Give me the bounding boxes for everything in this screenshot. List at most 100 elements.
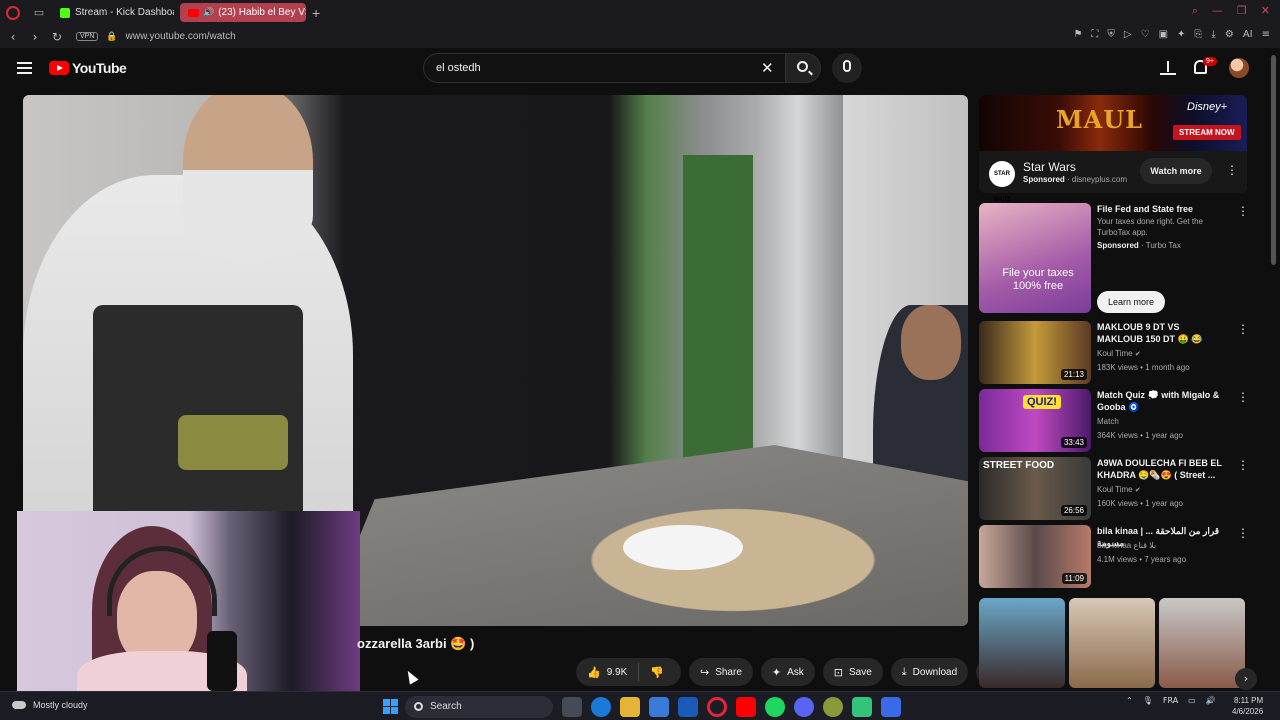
video-thumbnail[interactable]: STREET FOOD 26:56 <box>979 457 1091 520</box>
video-thumbnail[interactable]: File your taxes 100% free <box>979 203 1091 313</box>
item-more-icon[interactable]: ⋮ <box>1237 322 1249 336</box>
spotify-icon[interactable] <box>765 697 785 717</box>
app-icon[interactable] <box>881 697 901 717</box>
share-icon[interactable]: ⎘ <box>1194 29 1202 40</box>
voice-search-button[interactable] <box>832 53 862 83</box>
upload-icon[interactable] <box>1160 59 1176 77</box>
ad-more-icon[interactable]: ⋮ <box>1226 163 1238 177</box>
close-window-icon[interactable]: ✕ <box>1261 4 1270 18</box>
opera-logo-icon[interactable] <box>6 5 20 20</box>
channel-name[interactable]: bila-kinaa بلا قناع <box>1097 541 1156 550</box>
video-thumbnail[interactable]: 21:13 <box>979 321 1091 384</box>
video-title[interactable]: MAKLOUB 9 DT VS MAKLOUB 150 DT 🤑 😂 <box>1097 321 1227 345</box>
star-wars-channel-logo[interactable]: STAR WARS <box>989 161 1015 203</box>
short-thumbnail[interactable] <box>1159 598 1245 688</box>
duration-badge: 33:43 <box>1060 437 1087 448</box>
ad-banner-title: MAUL <box>1056 105 1143 134</box>
outlook-icon[interactable] <box>678 697 698 717</box>
search-input[interactable]: el ostedh <box>423 53 785 83</box>
page-scrollbar[interactable] <box>1271 55 1276 265</box>
guide-menu-icon[interactable] <box>17 62 32 74</box>
network-icon[interactable]: ▭ <box>1188 696 1196 705</box>
bookmark-icon[interactable]: ⚑ <box>1073 29 1082 40</box>
video-title[interactable]: A9WA DOULECHA FI BEB EL KHADRA 🤤🌯😍 ( Str… <box>1097 457 1227 481</box>
vpn-badge[interactable]: VPN <box>76 32 99 41</box>
ad-title[interactable]: Star Wars <box>1023 160 1076 174</box>
short-thumbnail[interactable] <box>1069 598 1155 688</box>
start-button[interactable] <box>383 699 398 714</box>
player-icon[interactable]: ▷ <box>1124 29 1132 40</box>
language-indicator[interactable]: FRA <box>1163 696 1178 705</box>
download-icon[interactable]: ⤓ <box>1211 29 1215 40</box>
video-frame-meat <box>553 495 913 625</box>
chevron-up-icon[interactable]: ⌃ <box>1126 696 1133 705</box>
ask-button[interactable]: ✦ Ask <box>760 658 815 686</box>
new-tab-button[interactable]: + <box>312 5 320 21</box>
wallet-icon[interactable]: ▣ <box>1159 29 1168 40</box>
extension-icon[interactable]: ✦ <box>1177 29 1185 40</box>
cloud-icon <box>12 701 26 709</box>
learn-more-button[interactable]: Learn more <box>1097 291 1165 313</box>
discord-icon[interactable] <box>794 697 814 717</box>
item-more-icon[interactable]: ⋮ <box>1237 204 1249 218</box>
weather-widget[interactable]: Mostly cloudy <box>12 700 88 710</box>
video-thumbnail[interactable]: 11:09 <box>979 525 1091 588</box>
taskbar-apps <box>562 697 901 717</box>
tab-kick-dashboard[interactable]: Stream - Kick Dashboard <box>52 3 174 22</box>
store-icon[interactable] <box>649 697 669 717</box>
item-more-icon[interactable]: ⋮ <box>1237 526 1249 540</box>
menu-icon[interactable]: ≡ <box>1262 29 1270 40</box>
taskbar-clock[interactable]: 8:11 PM 4/6/2026 <box>1232 695 1263 717</box>
youtube-logo[interactable]: YouTube <box>49 60 127 76</box>
file-explorer-icon[interactable] <box>620 697 640 717</box>
ad-banner[interactable]: MAUL Disney+ STREAM NOW <box>979 95 1247 151</box>
search-tabs-icon[interactable]: ⌕ <box>1192 4 1198 18</box>
ai-button[interactable]: AI <box>1243 29 1253 40</box>
settings-icon[interactable]: ⚙ <box>1225 29 1234 40</box>
short-thumbnail[interactable] <box>979 598 1065 688</box>
speaker-icon[interactable]: 🔊 <box>203 7 214 18</box>
shield-icon[interactable]: ⛨ <box>1107 29 1115 40</box>
tab-label: Stream - Kick Dashboard <box>75 7 174 18</box>
taskbar-search[interactable]: Search <box>405 696 553 718</box>
dislike-button[interactable]: 👎 <box>639 658 681 686</box>
account-avatar[interactable] <box>1229 58 1249 78</box>
back-icon[interactable]: ‹ <box>4 30 22 44</box>
save-button[interactable]: ⊡ Save <box>822 658 883 686</box>
search-button[interactable] <box>785 53 821 83</box>
youtube-app-icon[interactable] <box>736 697 756 717</box>
opera-app-icon[interactable] <box>707 697 727 717</box>
chevron-right-icon[interactable]: › <box>1235 668 1257 690</box>
tab-youtube-video[interactable]: 🔊 (23) Habib el Bey VS A <box>180 3 306 22</box>
channel-name[interactable]: Koul Time ✔ <box>1097 485 1141 494</box>
watch-more-button[interactable]: Watch more <box>1140 158 1212 184</box>
heart-icon[interactable]: ♡ <box>1141 29 1150 40</box>
share-button[interactable]: ↪ Share <box>688 658 753 686</box>
video-thumbnail[interactable]: QUIZ! 33:43 <box>979 389 1091 452</box>
workspaces-icon[interactable]: ▭ <box>32 6 46 20</box>
edge-icon[interactable] <box>591 697 611 717</box>
lock-icon[interactable]: 🔒 <box>106 31 117 42</box>
video-title[interactable]: Match Quiz 💭 with Migalo & Gooba 🧿 <box>1097 389 1227 413</box>
item-more-icon[interactable]: ⋮ <box>1237 458 1249 472</box>
url-field[interactable]: www.youtube.com/watch <box>126 31 236 42</box>
like-button[interactable]: 👍 9.9K <box>576 658 638 686</box>
minimize-icon[interactable]: — <box>1212 4 1223 18</box>
ad-banner-cta[interactable]: STREAM NOW <box>1173 125 1241 140</box>
forward-icon[interactable]: › <box>26 30 44 44</box>
kick-app-icon[interactable] <box>852 697 872 717</box>
volume-icon[interactable]: 🔊 <box>1206 696 1216 705</box>
download-button[interactable]: ⤓ Download <box>890 658 969 686</box>
reload-icon[interactable]: ↻ <box>48 30 66 44</box>
channel-name[interactable]: Koul Time ✔ <box>1097 349 1141 358</box>
maximize-icon[interactable]: ❐ <box>1237 4 1247 18</box>
task-view-icon[interactable] <box>562 697 582 717</box>
snapshot-icon[interactable]: ⛶ <box>1091 29 1098 40</box>
microphone-icon[interactable]: 🎙 <box>1143 696 1153 705</box>
clear-search-icon[interactable]: ✕ <box>761 59 774 77</box>
video-title[interactable]: File Fed and State free <box>1097 203 1227 215</box>
channel-name[interactable]: Match <box>1097 417 1119 426</box>
thumbs-up-icon: 👍 <box>587 665 601 679</box>
item-more-icon[interactable]: ⋮ <box>1237 390 1249 404</box>
app-icon[interactable] <box>823 697 843 717</box>
